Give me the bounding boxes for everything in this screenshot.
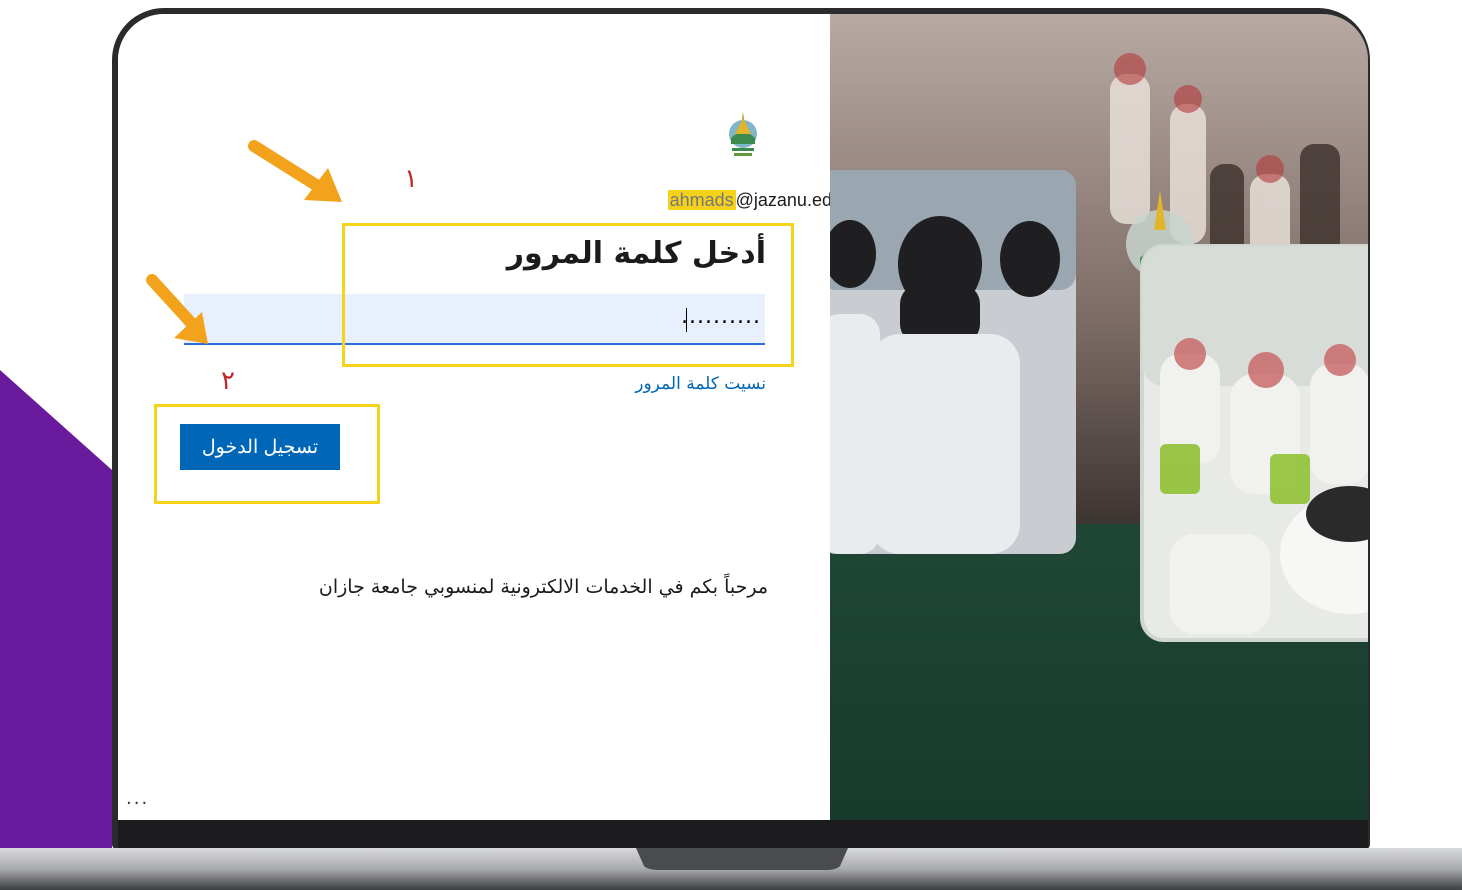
laptop-base: [0, 848, 1462, 890]
more-options-button[interactable]: ...: [126, 788, 149, 809]
arrow-pointer-icon: [146, 274, 208, 344]
university-logo-icon: [729, 112, 757, 156]
arrow-pointer-icon: [248, 140, 342, 202]
background-photo-panel: [830, 14, 1368, 820]
email-username-redacted: ahmads: [667, 190, 736, 210]
step-number-1: ١: [404, 164, 418, 194]
highlight-box-signin: [154, 404, 380, 504]
welcome-text: مرحباً بكم في الخدمات الالكترونية لمنسوب…: [318, 576, 768, 598]
campus-photo-collage: [830, 14, 1368, 820]
forgot-password-link[interactable]: نسيت كلمة المرور: [518, 374, 766, 394]
highlight-box-password: [342, 223, 794, 367]
login-panel: ahmads@jazanu.edu.sa → أدخل كلمة المرور …: [118, 14, 889, 820]
laptop-screen: ahmads@jazanu.edu.sa → أدخل كلمة المرور …: [118, 14, 1368, 820]
step-number-2: ٢: [221, 366, 235, 396]
